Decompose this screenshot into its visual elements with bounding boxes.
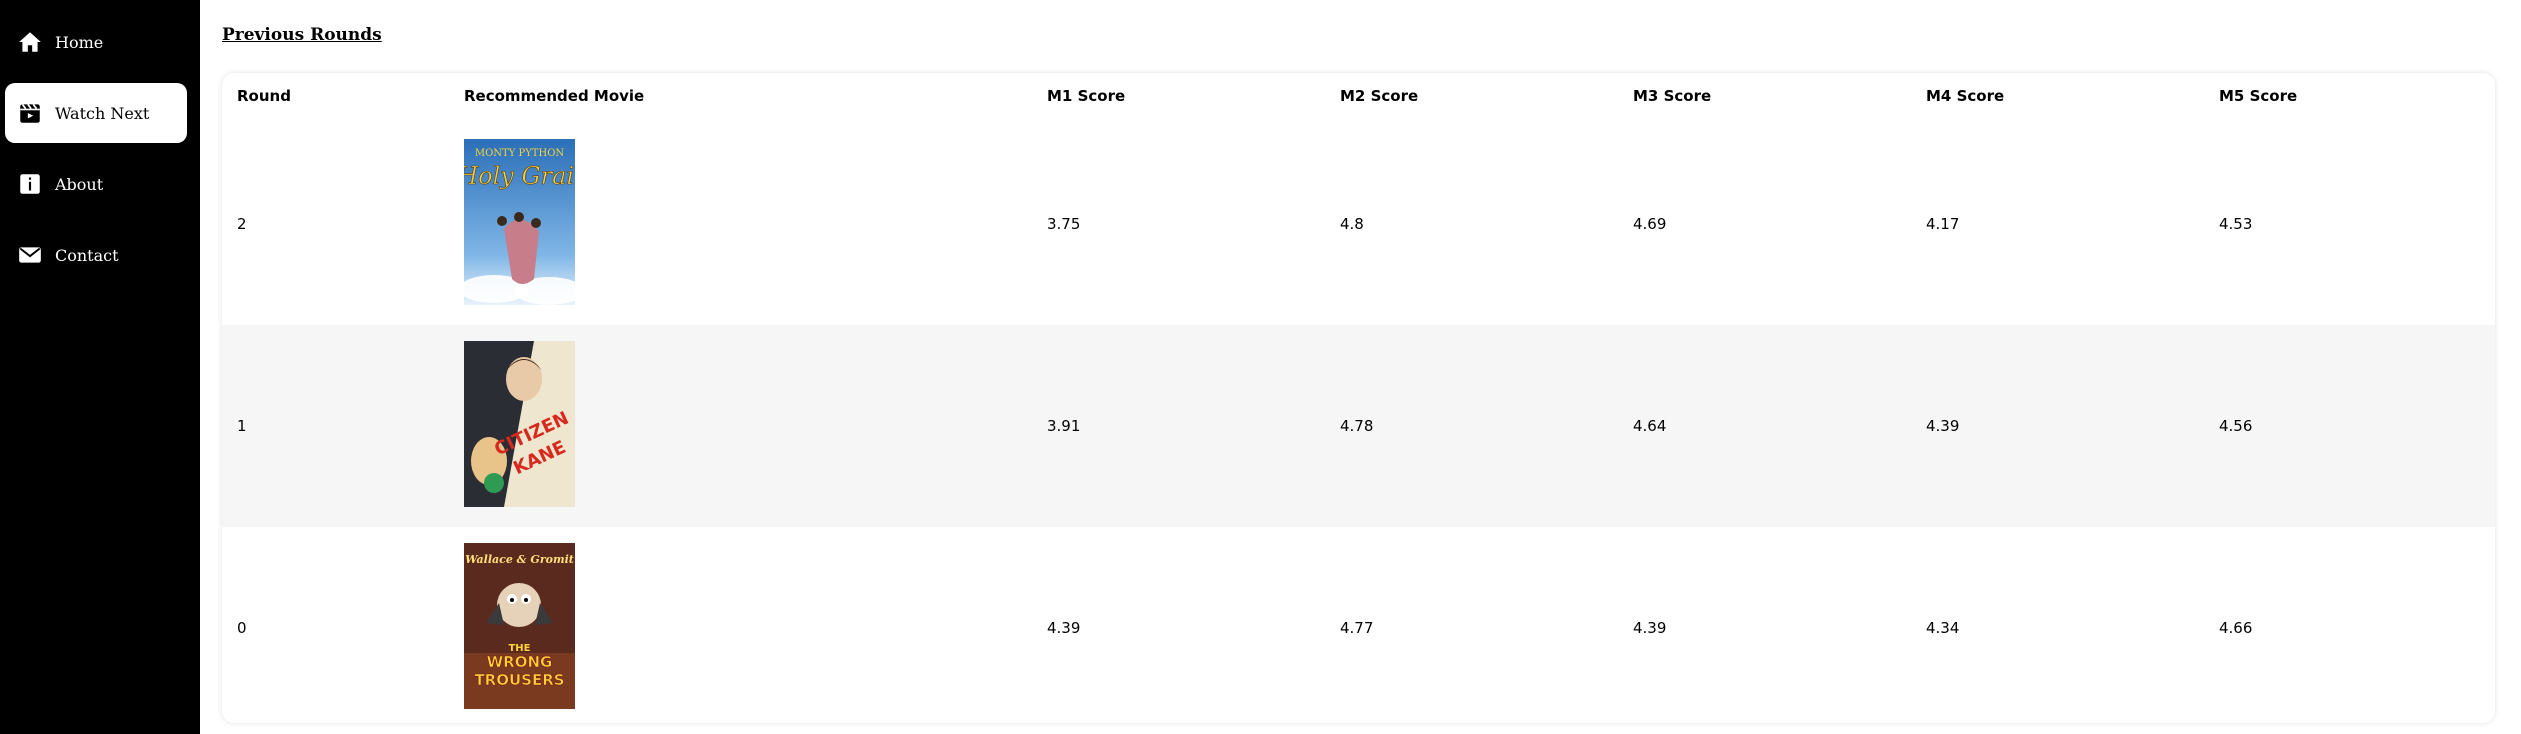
rounds-table: Round Recommended Movie M1 Score M2 Scor…: [222, 73, 2495, 723]
mail-icon: [17, 242, 43, 268]
movie-poster: MONTY PYTHON Holy Grail: [464, 139, 575, 305]
sidebar: Home Watch Next About Contact: [0, 0, 200, 734]
m4-score-cell: 4.39: [1926, 417, 1960, 435]
m2-score-cell: 4.78: [1340, 417, 1374, 435]
header-m3-score: M3 Score: [1633, 87, 1712, 105]
movie-poster: CITIZEN KANE: [464, 341, 575, 507]
m5-score-cell: 4.53: [2219, 215, 2253, 233]
m2-score-cell: 4.8: [1340, 215, 1364, 233]
m1-score-cell: 4.39: [1047, 619, 1081, 637]
round-cell: 0: [237, 619, 247, 637]
header-m1-score: M1 Score: [1047, 87, 1126, 105]
sidebar-item-label: Watch Next: [55, 103, 150, 123]
table-row: 0 Wallace & Gromit THE WRONG TROUSERS 4.…: [222, 527, 2495, 723]
m3-score-cell: 4.39: [1633, 619, 1667, 637]
m3-score-cell: 4.64: [1633, 417, 1667, 435]
table-row: 2 MONTY PYTHON Holy Grail: [222, 123, 2495, 325]
sidebar-item-about[interactable]: About: [5, 154, 187, 214]
movie-poster: Wallace & Gromit THE WRONG TROUSERS: [464, 543, 575, 709]
poster-text: TROUSERS: [474, 671, 564, 689]
sidebar-item-label: Home: [55, 32, 104, 52]
poster-text: WRONG: [487, 653, 553, 671]
round-cell: 1: [237, 417, 247, 435]
table-header: Round Recommended Movie M1 Score M2 Scor…: [222, 73, 2495, 123]
clapperboard-icon: [17, 100, 43, 126]
home-icon: [17, 29, 43, 55]
table-row: 1 CITIZEN KANE 3.91 4.78 4.64 4.39 4.56: [222, 325, 2495, 527]
round-cell: 2: [237, 215, 247, 233]
m4-score-cell: 4.17: [1926, 215, 1960, 233]
info-icon: [17, 171, 43, 197]
poster-text: Holy Grail: [464, 162, 575, 190]
sidebar-item-label: Contact: [55, 245, 119, 265]
header-m5-score: M5 Score: [2219, 87, 2298, 105]
m3-score-cell: 4.69: [1633, 215, 1667, 233]
header-round: Round: [237, 87, 291, 105]
header-recommended-movie: Recommended Movie: [464, 87, 645, 105]
sidebar-item-contact[interactable]: Contact: [5, 225, 187, 285]
poster-text: MONTY PYTHON: [475, 148, 565, 159]
poster-text: Wallace & Gromit: [465, 553, 574, 566]
section-title: Previous Rounds: [222, 25, 382, 45]
m2-score-cell: 4.77: [1340, 619, 1374, 637]
main-content: Previous Rounds Round Recommended Movie …: [222, 0, 2495, 734]
sidebar-item-home[interactable]: Home: [5, 12, 187, 72]
m1-score-cell: 3.75: [1047, 215, 1081, 233]
header-m2-score: M2 Score: [1340, 87, 1419, 105]
m1-score-cell: 3.91: [1047, 417, 1081, 435]
sidebar-item-label: About: [55, 174, 104, 194]
header-m4-score: M4 Score: [1926, 87, 2005, 105]
sidebar-item-watch-next[interactable]: Watch Next: [5, 83, 187, 143]
m5-score-cell: 4.56: [2219, 417, 2253, 435]
m5-score-cell: 4.66: [2219, 619, 2253, 637]
m4-score-cell: 4.34: [1926, 619, 1960, 637]
